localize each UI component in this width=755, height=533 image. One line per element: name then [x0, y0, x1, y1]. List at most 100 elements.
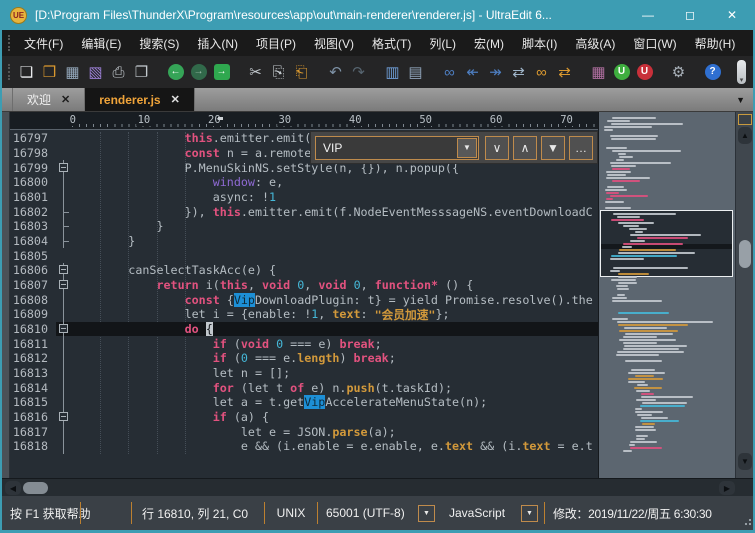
toolbar-overflow-handle[interactable]: ▾ — [737, 60, 746, 84]
code-text[interactable]: let a = t.getVipAccelerateMenuState(n); — [72, 395, 598, 410]
nav-forward-icon[interactable]: → — [187, 61, 210, 84]
horizontal-scrollbar[interactable]: ◀ ▶ — [2, 478, 753, 496]
code-line[interactable]: 16808 const {VipDownloadPlugin: t} = yie… — [10, 292, 598, 307]
code-line[interactable]: 16816 if (a) { — [10, 410, 598, 425]
code-line[interactable]: 16812 if (0 === e.length) break; — [10, 351, 598, 366]
save-icon[interactable]: ▦ — [61, 61, 84, 84]
find-prev-button[interactable]: ∧ — [513, 136, 537, 160]
bookmark-margin[interactable] — [2, 112, 10, 478]
filter-button[interactable]: ▼ — [541, 136, 565, 160]
fold-toggle[interactable] — [56, 410, 72, 425]
find-next-button[interactable]: ∨ — [485, 136, 509, 160]
help-icon[interactable]: ? — [701, 61, 724, 84]
code-line[interactable]: 16814 for (let t of e) n.push(t.taskId); — [10, 380, 598, 395]
fold-collapse-icon[interactable] — [59, 163, 68, 172]
minimize-button[interactable]: — — [627, 0, 669, 30]
open-file-icon[interactable]: ❒ — [38, 61, 61, 84]
find-in-files-icon[interactable]: ∞ — [530, 61, 553, 84]
menu-item[interactable]: 帮助(H) — [686, 30, 745, 56]
code-text[interactable]: const {VipDownloadPlugin: t} = yield Pro… — [72, 292, 598, 307]
code-line[interactable]: 16800 window: e, — [10, 175, 598, 190]
new-file-icon[interactable]: ❏ — [15, 61, 38, 84]
code-line[interactable]: 16810 do { — [10, 322, 598, 337]
horizontal-scroll-thumb[interactable] — [23, 482, 48, 494]
code-text[interactable]: e && (i.enable = e.enable, e.text && (i.… — [72, 439, 598, 454]
nav-back-icon[interactable]: ← — [164, 61, 187, 84]
menu-item[interactable]: 宏(M) — [465, 30, 513, 56]
scroll-down-icon[interactable]: ▼ — [738, 453, 752, 470]
code-line[interactable]: 16809 let i = {enable: !1, text: "会员加速"}… — [10, 307, 598, 322]
vertical-scrollbar[interactable]: ▲ ▼ — [735, 112, 753, 478]
more-options-button[interactable]: … — [569, 136, 593, 160]
fold-collapse-icon[interactable] — [59, 280, 68, 289]
copy-icon[interactable]: ⎘ — [267, 61, 290, 84]
replace-in-files-icon[interactable]: ⇄ — [553, 61, 576, 84]
goto-line-icon[interactable]: → — [210, 61, 233, 84]
code-text[interactable]: return i(this, void 0, void 0, function*… — [72, 278, 598, 293]
tab-欢迎[interactable]: 欢迎✕ — [12, 88, 85, 111]
fold-toggle[interactable] — [56, 278, 72, 293]
column-mode-icon[interactable]: ▥ — [381, 61, 404, 84]
tab-renderer.js[interactable]: renderer.js✕ — [85, 88, 195, 111]
code-line[interactable]: 16801 async: !1 — [10, 190, 598, 205]
settings-gear-icon[interactable]: ⚙ — [667, 61, 690, 84]
code-line[interactable]: 16811 if (void 0 === e) break; — [10, 336, 598, 351]
fold-collapse-icon[interactable] — [59, 265, 68, 274]
find-input-value[interactable]: VIP — [316, 141, 457, 155]
hex-mode-icon[interactable]: ▤ — [404, 61, 427, 84]
code-text[interactable]: window: e, — [72, 175, 598, 190]
tab-close-icon[interactable]: ✕ — [61, 93, 70, 106]
cut-icon[interactable]: ✂ — [244, 61, 267, 84]
code-line[interactable]: 16802 }), this.emitter.emit(f.NodeEventM… — [10, 204, 598, 219]
code-text[interactable] — [72, 248, 598, 263]
code-text[interactable]: } — [72, 219, 598, 234]
code-text[interactable]: async: !1 — [72, 190, 598, 205]
scroll-right-icon[interactable]: ▶ — [719, 481, 735, 495]
menu-item[interactable]: 视图(V) — [305, 30, 363, 56]
syntax-dropdown-button[interactable]: ▼ — [521, 505, 538, 522]
code-line[interactable]: 16818 e && (i.enable = e.enable, e.text … — [10, 439, 598, 454]
menu-item[interactable]: 列(L) — [420, 30, 465, 56]
redo-icon[interactable]: ↷ — [347, 61, 370, 84]
undo-icon[interactable]: ↶ — [324, 61, 347, 84]
find-input[interactable]: VIP ▼ — [315, 136, 479, 160]
fold-toggle[interactable] — [56, 160, 72, 175]
code-text[interactable]: if (0 === e.length) break; — [72, 351, 598, 366]
code-text[interactable]: canSelectTaskAcc(e) { — [72, 263, 598, 278]
code-text[interactable]: let i = {enable: !1, text: "会员加速"}; — [72, 307, 598, 322]
code-line[interactable]: 16803 } — [10, 219, 598, 234]
menu-item[interactable]: 插入(N) — [188, 30, 247, 56]
maximize-button[interactable]: ◻ — [669, 0, 711, 30]
save-as-icon[interactable]: ▧ — [84, 61, 107, 84]
code-area[interactable]: 16797 this.emitter.emit(16798 const n = … — [10, 130, 598, 478]
fold-collapse-icon[interactable] — [59, 324, 68, 333]
print-preview-icon[interactable]: ❐ — [130, 61, 153, 84]
find-prev-icon[interactable]: ↞ — [461, 61, 484, 84]
menu-item[interactable]: 高级(A) — [566, 30, 624, 56]
minimap[interactable] — [598, 112, 735, 478]
fold-toggle[interactable] — [56, 263, 72, 278]
menu-item[interactable]: 格式(T) — [363, 30, 420, 56]
ultracompare-icon[interactable]: U — [633, 61, 656, 84]
resize-grip[interactable] — [741, 496, 753, 530]
fold-collapse-icon[interactable] — [59, 412, 68, 421]
html-preview-icon[interactable]: ▦ — [587, 61, 610, 84]
scroll-left-icon[interactable]: ◀ — [5, 481, 21, 495]
print-icon[interactable]: ⎙ — [107, 61, 130, 84]
code-text[interactable]: if (void 0 === e) break; — [72, 336, 598, 351]
scroll-up-icon[interactable]: ▲ — [738, 127, 752, 144]
code-text[interactable]: let e = JSON.parse(a); — [72, 424, 598, 439]
vertical-scroll-thumb[interactable] — [739, 240, 751, 268]
menu-item[interactable]: 窗口(W) — [624, 30, 685, 56]
code-text[interactable]: }), this.emitter.emit(f.NodeEventMesssag… — [72, 204, 598, 219]
code-line[interactable]: 16806 canSelectTaskAcc(e) { — [10, 263, 598, 278]
encoding-dropdown-button[interactable]: ▼ — [418, 505, 435, 522]
code-line[interactable]: 16815 let a = t.getVipAccelerateMenuStat… — [10, 395, 598, 410]
close-button[interactable]: ✕ — [711, 0, 753, 30]
tab-close-icon[interactable]: ✕ — [171, 93, 180, 106]
find-next-icon[interactable]: ↠ — [484, 61, 507, 84]
scrollbar-map-mode-button[interactable] — [738, 114, 752, 125]
code-line[interactable]: 16807 return i(this, void 0, void 0, fun… — [10, 278, 598, 293]
code-text[interactable]: for (let t of e) n.push(t.taskId); — [72, 380, 598, 395]
menu-item[interactable]: 文件(F) — [15, 30, 72, 56]
